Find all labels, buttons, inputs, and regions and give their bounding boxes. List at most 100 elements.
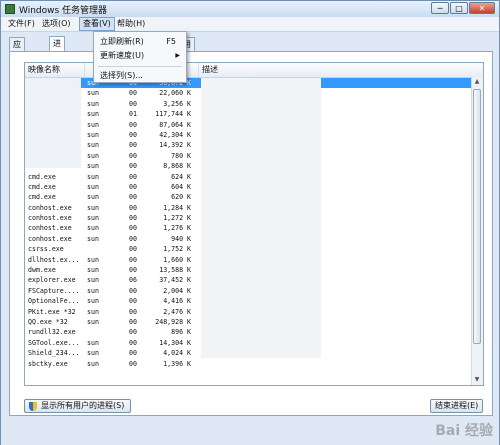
process-memory: 42,304 K	[159, 130, 191, 139]
process-memory: 37,452 K	[159, 276, 191, 285]
process-memory: 896 K	[171, 328, 191, 337]
process-name: sbctky.exe	[28, 359, 68, 368]
process-name: rundll32.exe	[28, 328, 76, 337]
process-cpu: 00	[129, 151, 137, 160]
processes-panel: 映像名称 描述 sun 00 56,672 Ksun 00 22,060 Ksun 00 3…	[9, 51, 493, 416]
process-user: sun	[87, 120, 99, 129]
task-manager-window: Windows 任务管理器 ─ □ ✕ 文件(F) 选项(O) 查看(V) 帮助…	[0, 0, 500, 445]
process-memory: 2,004 K	[163, 286, 191, 295]
watermark: Bai 经验	[435, 423, 493, 439]
process-name: OptionalFe...	[28, 297, 80, 306]
process-cpu: 06	[129, 276, 137, 285]
process-cpu: 00	[129, 245, 137, 254]
process-name: QQ.exe *32	[28, 317, 68, 326]
process-name: PKit.exe *32	[28, 307, 76, 316]
process-user: sun	[87, 317, 99, 326]
process-user: sun	[87, 214, 99, 223]
col-header-desc[interactable]: 描述	[199, 63, 471, 77]
menu-bar: 文件(F) 选项(O) 查看(V) 帮助(H)	[1, 17, 499, 32]
process-memory: 1,752 K	[163, 245, 191, 254]
process-cpu: 00	[129, 120, 137, 129]
process-user: sun	[87, 110, 99, 119]
process-user: sun	[87, 99, 99, 108]
process-cpu: 00	[129, 234, 137, 243]
process-memory: 2,476 K	[163, 307, 191, 316]
menu-help[interactable]: 帮助(H)	[114, 18, 148, 30]
process-cpu: 00	[129, 89, 137, 98]
process-name: conhost.exe	[28, 214, 72, 223]
process-memory: 780 K	[171, 151, 191, 160]
process-cpu: 00	[129, 182, 137, 191]
minimize-button[interactable]: ─	[431, 2, 449, 14]
process-name: cmd.exe	[28, 193, 56, 202]
process-memory: 87,064 K	[159, 120, 191, 129]
tab-processes[interactable]: 进程	[49, 36, 65, 61]
process-cpu: 00	[129, 328, 137, 337]
maximize-button[interactable]: □	[450, 2, 468, 14]
title-bar[interactable]: Windows 任务管理器 ─ □ ✕	[1, 1, 499, 17]
process-name: SGTool.exe...	[28, 338, 80, 347]
process-cpu: 00	[129, 266, 137, 275]
process-memory: 604 K	[171, 182, 191, 191]
process-list[interactable]: 映像名称 描述 sun 00 56,672 Ksun 00 22,060 Ksun 00 3…	[24, 62, 484, 386]
process-memory: 940 K	[171, 234, 191, 243]
process-user: sun	[87, 234, 99, 243]
col-header-name[interactable]: 映像名称	[25, 63, 85, 77]
vertical-scrollbar[interactable]: ▲ ▼	[471, 77, 483, 385]
process-memory: 22,060 K	[159, 89, 191, 98]
menu-file[interactable]: 文件(F)	[5, 18, 38, 30]
caption-buttons: ─ □ ✕	[430, 2, 495, 14]
process-row[interactable]: sbctky.exe sun 00 1,396 K	[25, 359, 483, 369]
menu-item-refresh-now[interactable]: 立即刷新(R)	[100, 36, 144, 48]
process-cpu: 00	[129, 307, 137, 316]
menu-separator	[98, 66, 182, 67]
scroll-up-icon[interactable]: ▲	[472, 77, 482, 87]
menu-item-select-columns[interactable]: 选择列(S)...	[100, 70, 143, 82]
process-memory: 1,272 K	[163, 214, 191, 223]
process-cpu: 01	[129, 110, 137, 119]
process-memory: 8,868 K	[163, 162, 191, 171]
process-memory: 14,304 K	[159, 338, 191, 347]
process-user: sun	[87, 193, 99, 202]
process-user: sun	[87, 276, 99, 285]
process-memory: 4,416 K	[163, 297, 191, 306]
scroll-down-icon[interactable]: ▼	[472, 375, 482, 385]
end-process-button[interactable]: 结束进程(E)	[430, 399, 484, 413]
process-user: sun	[87, 255, 99, 264]
process-cpu: 00	[129, 130, 137, 139]
process-user: sun	[87, 141, 99, 150]
process-name: FSCapture....	[28, 286, 80, 295]
process-memory: 1,284 K	[163, 203, 191, 212]
tab-applications[interactable]: 应用程序	[9, 37, 25, 88]
close-button[interactable]: ✕	[469, 2, 495, 14]
redacted-area	[25, 78, 81, 168]
process-user: sun	[87, 130, 99, 139]
window-title: Windows 任务管理器	[19, 6, 108, 16]
process-name: conhost.exe	[28, 224, 72, 233]
menu-options[interactable]: 选项(O)	[39, 18, 74, 30]
process-memory: 1,396 K	[163, 359, 191, 368]
process-cpu: 00	[129, 172, 137, 181]
process-memory: 117,744 K	[155, 110, 191, 119]
process-name: dwm.exe	[28, 266, 56, 275]
submenu-arrow-icon: ▶	[175, 52, 180, 59]
process-user: sun	[87, 349, 99, 358]
process-memory: 14,392 K	[159, 141, 191, 150]
process-memory: 3,256 K	[163, 99, 191, 108]
process-cpu: 00	[129, 349, 137, 358]
menu-view[interactable]: 查看(V)	[79, 17, 115, 31]
process-cpu: 00	[129, 297, 137, 306]
redacted-area	[201, 78, 321, 358]
process-name: cmd.exe	[28, 172, 56, 181]
process-user: sun	[87, 338, 99, 347]
process-cpu: 00	[129, 214, 137, 223]
show-all-users-button[interactable]: 显示所有用户的进程(S)	[24, 399, 132, 413]
menu-item-update-speed[interactable]: 更新速度(U)	[100, 50, 144, 62]
process-user: sun	[87, 89, 99, 98]
process-user: sun	[87, 172, 99, 181]
refresh-shortcut: F5	[166, 37, 176, 46]
show-all-users-label: 显示所有用户的进程(S)	[41, 401, 125, 410]
process-cpu: 00	[129, 141, 137, 150]
scroll-thumb[interactable]	[473, 89, 481, 344]
process-memory: 248,928 K	[155, 317, 191, 326]
